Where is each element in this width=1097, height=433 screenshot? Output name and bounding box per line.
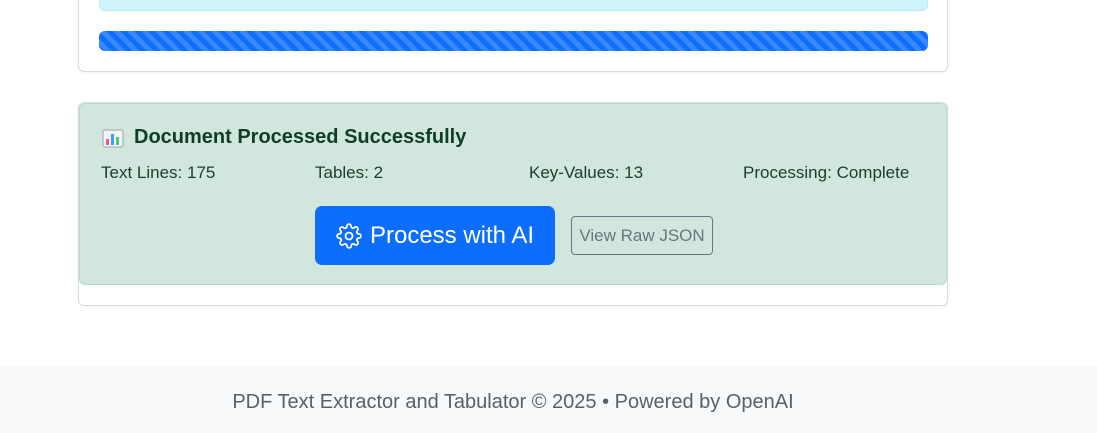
- success-panel: Document Processed Successfully Text Lin…: [79, 103, 947, 285]
- process-with-ai-button[interactable]: Process with AI: [315, 206, 555, 265]
- progress-bar: [99, 31, 928, 51]
- result-card: Document Processed Successfully Text Lin…: [78, 102, 948, 306]
- stat-tables: Tables2: [315, 163, 383, 183]
- footer: PDF Text Extractor and Tabulator © 2025 …: [0, 366, 1097, 433]
- result-title: Document Processed Successfully: [102, 126, 466, 149]
- stat-label: Text Lines: [101, 163, 187, 182]
- progress-bar-fill: [99, 31, 928, 51]
- upload-card: [78, 0, 948, 72]
- process-with-ai-label: Process with AI: [369, 221, 535, 249]
- stat-key-values: Key-Values13: [529, 163, 643, 183]
- footer-text: PDF Text Extractor and Tabulator © 2025 …: [232, 391, 794, 413]
- info-alert: [99, 0, 928, 11]
- stat-value: Complete: [836, 163, 910, 182]
- stat-value: 175: [187, 163, 216, 182]
- stat-label: Processing: [743, 163, 837, 182]
- view-raw-json-button[interactable]: View Raw JSON: [571, 216, 713, 255]
- stat-value: 13: [624, 163, 644, 182]
- result-title-text: Document Processed Successfully: [134, 126, 467, 148]
- bar-chart-icon: [102, 128, 124, 148]
- page: Document Processed Successfully Text Lin…: [0, 0, 1097, 433]
- stats-row: Text Lines175 Tables2 Key-Values13 Proce…: [101, 163, 931, 185]
- stat-text-lines: Text Lines175: [101, 163, 215, 183]
- stat-label: Key-Values: [529, 163, 624, 182]
- view-raw-json-label: View Raw JSON: [579, 225, 705, 245]
- stat-value: 2: [373, 163, 384, 182]
- gear-icon: [336, 222, 362, 249]
- stat-label: Tables: [315, 163, 374, 182]
- stat-processing: ProcessingComplete: [743, 163, 909, 183]
